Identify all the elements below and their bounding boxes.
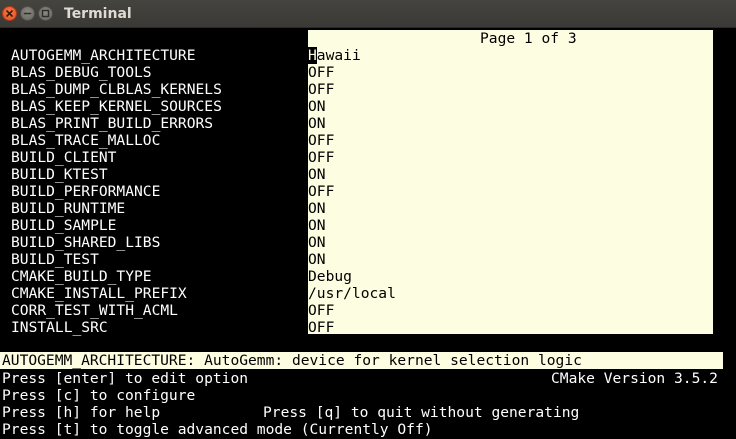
option-value[interactable]: ON — [308, 200, 326, 217]
option-value[interactable]: ON — [308, 251, 326, 268]
option-value[interactable]: ON — [308, 115, 326, 132]
option-row[interactable]: CMAKE_INSTALL_PREFIX/usr/local — [11, 285, 711, 302]
option-value[interactable]: Debug — [308, 268, 352, 285]
option-value[interactable]: ON — [308, 166, 326, 183]
close-button[interactable] — [2, 6, 17, 21]
maximize-button[interactable] — [38, 6, 53, 21]
close-icon — [6, 10, 13, 17]
option-name: BUILD_SAMPLE — [11, 217, 117, 234]
option-value-text: awaii — [316, 47, 361, 64]
option-row[interactable]: BUILD_CLIENT OFF — [11, 149, 711, 166]
option-name: BUILD_PERFORMANCE — [11, 183, 161, 200]
option-value[interactable]: OFF — [308, 149, 334, 166]
option-value[interactable]: Hawaii — [308, 47, 361, 64]
footer-configure-hint: Press [c] to configure — [2, 387, 196, 404]
option-name: INSTALL_SRC — [11, 319, 108, 336]
minimize-icon — [23, 12, 32, 15]
option-value[interactable]: OFF — [308, 302, 334, 319]
option-value[interactable]: OFF — [308, 64, 334, 81]
page-indicator: Page 1 of 3 — [480, 30, 577, 47]
footer-advanced-toggle-hint: Press [t] to toggle advanced mode (Curre… — [2, 421, 433, 438]
option-name: CMAKE_INSTALL_PREFIX — [11, 285, 187, 302]
option-row[interactable]: BLAS_TRACE_MALLOC OFF — [11, 132, 711, 149]
option-help-bar: AUTOGEMM_ARCHITECTURE: AutoGemm: device … — [0, 352, 723, 369]
maximize-icon — [41, 9, 50, 18]
option-name: AUTOGEMM_ARCHITECTURE — [11, 47, 196, 64]
option-row[interactable]: BUILD_SHARED_LIBS ON — [11, 234, 711, 251]
option-name: BUILD_CLIENT — [11, 149, 117, 166]
option-row[interactable]: CMAKE_BUILD_TYPE Debug — [11, 268, 711, 285]
footer-quit-hint: Press [q] to quit without generating — [263, 404, 580, 421]
option-row[interactable]: CORR_TEST_WITH_ACML OFF — [11, 302, 711, 319]
cmake-option-list: AUTOGEMM_ARCHITECTURE Hawaii BLAS_DEBUG_TO… — [11, 47, 711, 336]
text-cursor: H — [308, 47, 317, 64]
option-row[interactable]: BUILD_KTEST ON — [11, 166, 711, 183]
option-name: BUILD_TEST — [11, 251, 99, 268]
window-title: Terminal — [64, 6, 132, 22]
option-name: BLAS_TRACE_MALLOC — [11, 132, 161, 149]
title-bar[interactable]: Terminal — [0, 0, 736, 28]
option-row[interactable]: BUILD_RUNTIME ON — [11, 200, 711, 217]
option-row[interactable]: AUTOGEMM_ARCHITECTURE Hawaii — [11, 47, 711, 64]
option-row[interactable]: BLAS_PRINT_BUILD_ERRORS ON — [11, 115, 711, 132]
option-row[interactable]: BLAS_DUMP_CLBLAS_KERNELS OFF — [11, 81, 711, 98]
option-value[interactable]: OFF — [308, 183, 334, 200]
footer-edit-hint: Press [enter] to edit option — [2, 370, 249, 387]
cmake-version: CMake Version 3.5.2 — [551, 370, 718, 387]
option-name: CMAKE_BUILD_TYPE — [11, 268, 152, 285]
option-name: BLAS_PRINT_BUILD_ERRORS — [11, 115, 214, 132]
option-name: BLAS_DEBUG_TOOLS — [11, 64, 152, 81]
option-value[interactable]: ON — [308, 217, 326, 234]
minimize-button[interactable] — [20, 6, 35, 21]
option-row[interactable]: BLAS_KEEP_KERNEL_SOURCES ON — [11, 98, 711, 115]
option-row[interactable]: INSTALL_SRC OFF — [11, 319, 711, 336]
option-row[interactable]: BUILD_PERFORMANCE OFF — [11, 183, 711, 200]
option-value[interactable]: /usr/local — [308, 285, 396, 302]
terminal-window: Terminal Page 1 of 3 AUTOGEMM_ARCHITECTU… — [0, 0, 736, 439]
option-value[interactable]: ON — [308, 234, 326, 251]
footer-help-hint: Press [h] for help — [2, 404, 161, 421]
option-value[interactable]: OFF — [308, 132, 334, 149]
option-name: BLAS_DUMP_CLBLAS_KERNELS — [11, 81, 222, 98]
option-name: BUILD_RUNTIME — [11, 200, 126, 217]
option-row[interactable]: BLAS_DEBUG_TOOLS OFF — [11, 64, 711, 81]
option-row[interactable]: BUILD_SAMPLE ON — [11, 217, 711, 234]
option-name: BLAS_KEEP_KERNEL_SOURCES — [11, 98, 222, 115]
option-value[interactable]: OFF — [308, 81, 334, 98]
option-name: BUILD_SHARED_LIBS — [11, 234, 161, 251]
option-name: BUILD_KTEST — [11, 166, 108, 183]
option-row[interactable]: BUILD_TEST ON — [11, 251, 711, 268]
option-value[interactable]: ON — [308, 98, 326, 115]
option-name: CORR_TEST_WITH_ACML — [11, 302, 178, 319]
option-value[interactable]: OFF — [308, 319, 334, 336]
